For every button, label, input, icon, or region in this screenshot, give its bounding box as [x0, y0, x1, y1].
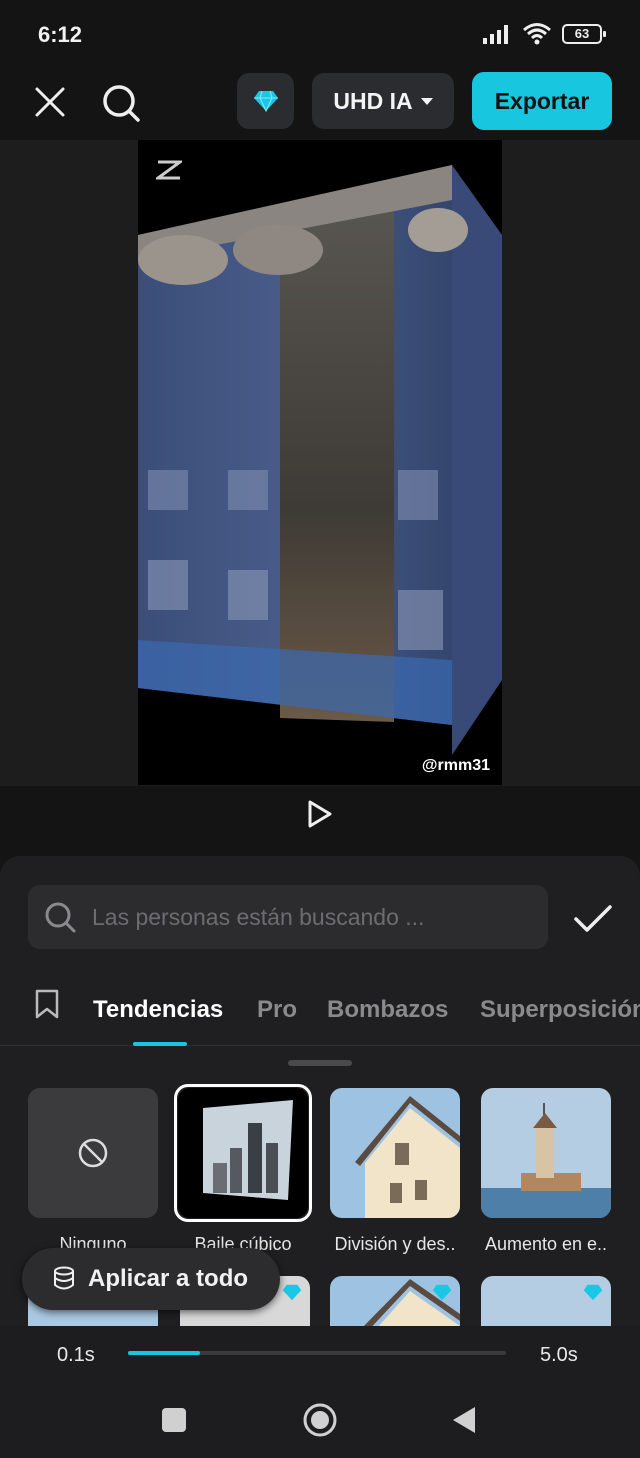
- battery-indicator: 63: [562, 24, 606, 44]
- status-icons: 63: [482, 22, 606, 46]
- effect-item[interactable]: [330, 1276, 460, 1326]
- effect-thumbnail: [330, 1088, 460, 1218]
- search-input[interactable]: [92, 903, 522, 931]
- duration-slider[interactable]: [128, 1351, 506, 1355]
- effect-item-ninguno[interactable]: Ninguno: [28, 1088, 158, 1255]
- diamond-icon: [583, 1284, 603, 1301]
- pro-button[interactable]: [237, 73, 294, 129]
- tower-thumbnail: [481, 1103, 611, 1218]
- effect-item[interactable]: [481, 1276, 611, 1326]
- diamond-icon: [253, 90, 278, 112]
- play-icon: [308, 800, 332, 828]
- effect-thumbnail: [28, 1088, 158, 1218]
- duration-max-label: 5.0s: [540, 1344, 578, 1366]
- duration-slider-fill: [128, 1351, 200, 1355]
- duration-control: 0.1s 5.0s: [0, 1326, 640, 1386]
- tab-tendencias[interactable]: Tendencias: [93, 996, 223, 1024]
- close-button[interactable]: [28, 80, 72, 124]
- status-time: 6:12: [38, 22, 83, 47]
- active-tab-indicator: [133, 1042, 187, 1046]
- export-button[interactable]: Exportar: [472, 72, 612, 130]
- playback-row: [0, 786, 640, 856]
- effect-item-division[interactable]: División y des..: [330, 1088, 460, 1255]
- editor-toolbar: UHD IA Exportar: [0, 70, 640, 140]
- search-icon: [45, 902, 76, 933]
- tab-pro[interactable]: Pro: [257, 996, 297, 1024]
- nav-home-button[interactable]: [300, 1400, 340, 1440]
- bookmark-icon: [35, 989, 59, 1019]
- tab-superposicion[interactable]: Superposición: [480, 996, 640, 1024]
- apply-all-button[interactable]: Aplicar a todo: [22, 1248, 280, 1310]
- system-nav-bar: [0, 1386, 640, 1458]
- effect-label: Aumento en e..: [484, 1234, 608, 1254]
- house-thumbnail: [355, 1096, 460, 1218]
- apply-all-label: Aplicar a todo: [88, 1265, 249, 1292]
- nav-circle-icon: [303, 1403, 337, 1437]
- preview-area: @rmm31: [0, 140, 640, 786]
- effect-tabs: Tendencias Pro Bombazos Superposición: [0, 966, 640, 1046]
- diamond-icon: [282, 1284, 302, 1301]
- effect-item-baile-cubico[interactable]: Baile cúbico: [174, 1084, 312, 1255]
- close-icon: [35, 87, 65, 117]
- play-button[interactable]: [300, 794, 340, 834]
- wifi-icon: [523, 23, 551, 45]
- nav-back-button[interactable]: [444, 1400, 484, 1440]
- bookmark-tab[interactable]: [32, 986, 62, 1022]
- status-bar: 6:12 63: [0, 0, 640, 70]
- nav-square-icon: [162, 1408, 186, 1432]
- effects-panel: Tendencias Pro Bombazos Superposición Ni…: [0, 856, 640, 1326]
- diamond-icon: [432, 1284, 452, 1301]
- drag-handle[interactable]: [288, 1060, 352, 1066]
- effect-label: División y des..: [334, 1234, 456, 1254]
- selection-ring: [174, 1084, 312, 1222]
- capcut-logo-icon: [156, 160, 182, 180]
- check-icon: [574, 905, 612, 932]
- signal-icon: [483, 25, 508, 44]
- cube-video-frame: [138, 165, 502, 755]
- nav-recents-button[interactable]: [154, 1400, 194, 1440]
- duration-min-label: 0.1s: [57, 1344, 95, 1366]
- chevron-down-icon: [420, 97, 433, 105]
- confirm-button[interactable]: [572, 898, 614, 940]
- forbidden-icon: [78, 1138, 108, 1168]
- video-watermark: @rmm31: [421, 757, 490, 774]
- stack-icon: [54, 1266, 74, 1290]
- video-preview[interactable]: @rmm31: [138, 140, 502, 785]
- quality-label: UHD IA: [333, 87, 413, 114]
- effect-item-aumento[interactable]: Aumento en e..: [481, 1088, 611, 1255]
- nav-back-icon: [453, 1407, 475, 1433]
- effects-search[interactable]: [28, 885, 548, 949]
- quality-dropdown[interactable]: UHD IA: [312, 73, 454, 129]
- search-button[interactable]: [98, 80, 144, 126]
- effect-thumbnail: [481, 1088, 611, 1218]
- tab-bombazos[interactable]: Bombazos: [327, 996, 448, 1024]
- search-icon: [103, 85, 140, 122]
